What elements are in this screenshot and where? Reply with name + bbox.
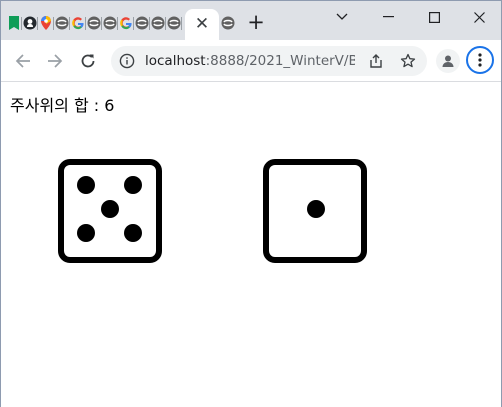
tab-jupyter-1[interactable] xyxy=(55,14,70,32)
jupyter-icon xyxy=(103,16,117,30)
chevron-down-icon xyxy=(336,13,348,20)
reload-icon xyxy=(81,54,95,68)
bookmark-button[interactable] xyxy=(398,51,418,71)
address-bar[interactable]: localhost:8888/2021_WinterV/B... xyxy=(111,46,427,76)
jupyter-icon xyxy=(135,16,149,30)
browser-toolbar: localhost:8888/2021_WinterV/B... xyxy=(1,40,501,82)
back-button[interactable] xyxy=(11,49,35,73)
url-text[interactable]: localhost:8888/2021_WinterV/B... xyxy=(145,53,355,69)
browser-window: ✕ + localhost:8888/2021_WinterV/B... 주사위… xyxy=(0,0,502,407)
tab-jupyter-7[interactable] xyxy=(220,14,236,32)
share-button[interactable] xyxy=(366,51,386,71)
maximize-icon xyxy=(428,11,440,23)
tab-github[interactable] xyxy=(23,14,38,32)
die-one xyxy=(263,159,367,263)
die-five xyxy=(58,159,162,263)
die-pip xyxy=(124,224,142,242)
url-path: :8888/2021_WinterV/B... xyxy=(205,53,355,69)
die-pip xyxy=(124,176,142,194)
github-icon xyxy=(23,16,37,30)
jupyter-icon xyxy=(151,16,165,30)
green-bookmark-icon xyxy=(9,16,19,30)
tab-jupyter-2[interactable] xyxy=(87,14,102,32)
info-icon[interactable] xyxy=(119,53,135,69)
tab-google-2[interactable] xyxy=(119,14,134,32)
menu-button[interactable] xyxy=(466,46,494,74)
close-icon xyxy=(473,11,485,23)
tab-search-button[interactable] xyxy=(319,1,365,33)
reload-button[interactable] xyxy=(76,49,100,73)
die-pip xyxy=(77,224,95,242)
google-g-icon xyxy=(72,17,84,30)
jupyter-icon xyxy=(55,16,69,30)
tab-maps[interactable] xyxy=(39,14,54,32)
dice-sum-text: 주사위의 합 : 6 xyxy=(10,96,115,115)
maximize-button[interactable] xyxy=(411,1,457,33)
share-icon xyxy=(370,54,382,68)
die-pip xyxy=(101,200,119,218)
minimize-icon xyxy=(382,16,394,18)
active-tab[interactable]: ✕ xyxy=(185,9,219,40)
minimize-button[interactable] xyxy=(365,1,411,33)
star-icon xyxy=(400,53,416,68)
avatar-icon xyxy=(442,55,454,67)
back-arrow-icon xyxy=(15,54,30,68)
new-tab-button[interactable]: + xyxy=(246,12,266,33)
page-content: 주사위의 합 : 6 xyxy=(1,82,501,407)
maps-pin-icon xyxy=(41,16,51,30)
tab-jupyter-6[interactable] xyxy=(167,14,182,32)
tab-jupyter-3[interactable] xyxy=(103,14,118,32)
tab-jupyter-4[interactable] xyxy=(135,14,150,32)
die-pip xyxy=(77,176,95,194)
pinned-tabs xyxy=(7,13,182,33)
close-window-button[interactable] xyxy=(456,1,502,33)
tab-google-1[interactable] xyxy=(71,14,86,32)
google-g-icon xyxy=(120,17,132,30)
more-vert-icon xyxy=(478,53,482,67)
tab-strip: ✕ + xyxy=(1,1,501,40)
jupyter-icon xyxy=(167,16,181,30)
forward-arrow-icon xyxy=(48,54,63,68)
url-host: localhost xyxy=(145,53,206,69)
jupyter-icon xyxy=(87,16,101,30)
die-pip xyxy=(307,200,325,218)
profile-button[interactable] xyxy=(436,49,460,73)
tab-jupyter-5[interactable] xyxy=(151,14,166,32)
jupyter-icon xyxy=(221,16,235,30)
tab-green-bookmark[interactable] xyxy=(7,14,22,32)
close-tab-icon[interactable]: ✕ xyxy=(195,16,209,33)
forward-button[interactable] xyxy=(43,49,67,73)
